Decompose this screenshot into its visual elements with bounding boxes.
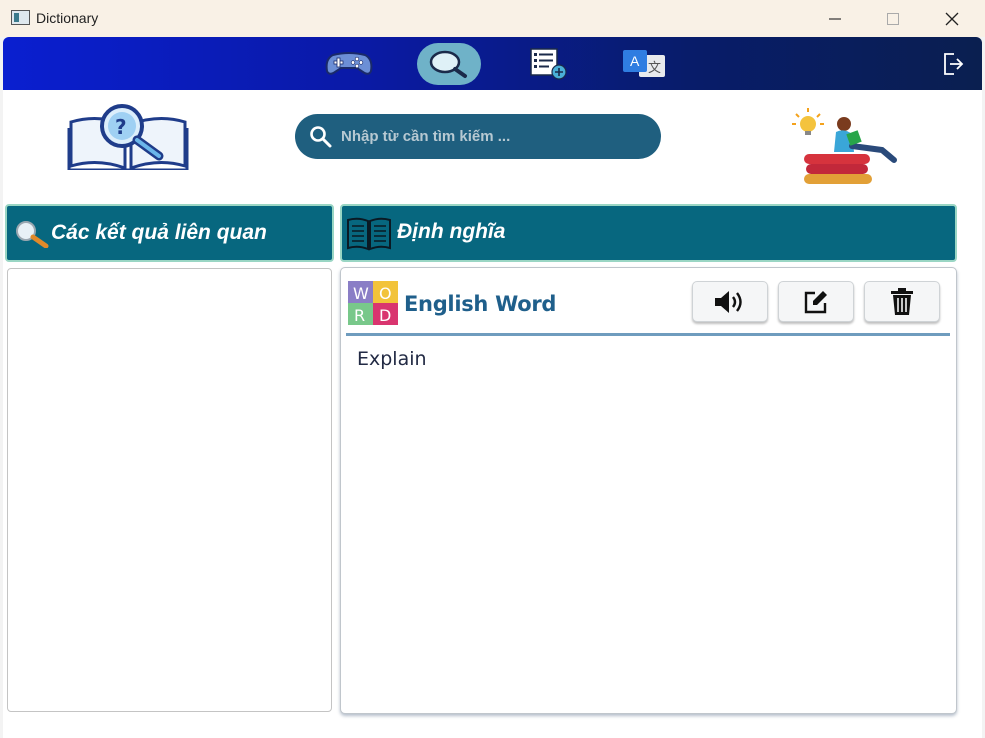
list-add-icon: [530, 48, 567, 80]
window-title: Dictionary: [36, 10, 99, 26]
definition-title: Định nghĩa: [397, 220, 506, 243]
related-results-title: Các kết quả liên quan: [51, 221, 267, 244]
magnifier-icon: [16, 221, 49, 248]
title-bar: Dictionary: [0, 0, 985, 37]
close-button[interactable]: [927, 0, 977, 37]
magnifier-icon: [429, 50, 467, 78]
open-book-icon: [347, 217, 391, 251]
search-input[interactable]: [341, 122, 641, 150]
minimize-icon: [829, 17, 841, 20]
delete-button[interactable]: [864, 281, 940, 322]
nav-word-list-button[interactable]: [517, 43, 581, 85]
edit-button[interactable]: [778, 281, 854, 322]
definition-header: Định nghĩa: [340, 204, 957, 262]
gamepad-icon: [325, 52, 373, 75]
nav-search-button[interactable]: [417, 43, 481, 85]
app-window-icon: [11, 10, 30, 25]
word-title: English Word: [404, 292, 557, 316]
trash-icon: [891, 287, 913, 315]
related-results-header: Các kết quả liên quan: [5, 204, 334, 262]
speaker-icon: [715, 290, 742, 313]
svg-text:D: D: [379, 306, 391, 325]
svg-text:W: W: [353, 284, 369, 303]
nav-game-button[interactable]: [317, 43, 381, 85]
search-bar: [295, 114, 661, 159]
search-icon: [310, 126, 332, 148]
close-icon: [945, 12, 959, 25]
definition-explain-text: Explain: [357, 348, 427, 370]
logout-icon: [944, 53, 964, 75]
svg-text:?: ?: [115, 115, 127, 139]
maximize-icon: [887, 12, 899, 25]
translate-icon: 文 A: [623, 50, 665, 77]
nav-translate-button[interactable]: 文 A: [613, 43, 677, 85]
minimize-button[interactable]: [810, 0, 860, 37]
word-puzzle-icon: W O R D: [348, 281, 398, 325]
edit-icon: [804, 290, 827, 313]
svg-text:R: R: [354, 306, 365, 325]
definition-panel: W O R D English Word Explain: [340, 267, 957, 714]
reading-illustration-icon: [792, 108, 897, 184]
top-navbar: 文 A: [3, 37, 982, 90]
svg-text:A: A: [630, 53, 640, 69]
pronounce-button[interactable]: [692, 281, 768, 322]
svg-text:O: O: [379, 284, 392, 303]
related-results-list[interactable]: [7, 268, 332, 712]
dictionary-logo-icon: ?: [67, 104, 189, 170]
svg-text:文: 文: [648, 61, 661, 76]
main-content: ? Các kết quả liên quan: [3, 90, 982, 738]
maximize-button[interactable]: [868, 0, 918, 37]
divider: [346, 333, 950, 336]
logout-button[interactable]: [933, 43, 973, 85]
